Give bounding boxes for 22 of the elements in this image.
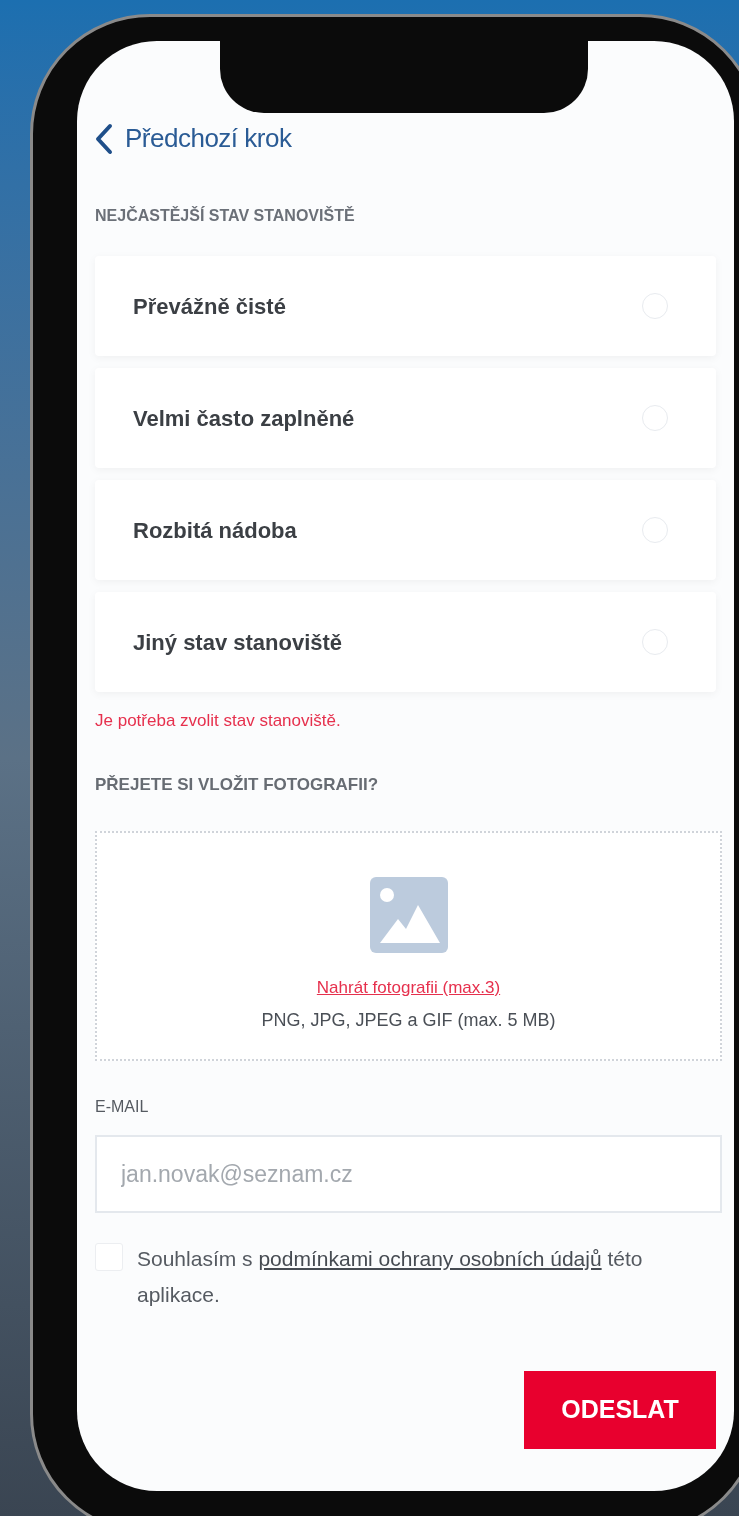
upload-hint: PNG, JPG, JPEG a GIF (max. 5 MB) (261, 1008, 556, 1032)
option-label: Velmi často zaplněné (133, 404, 355, 433)
back-link[interactable]: Předchozí krok (95, 119, 292, 158)
error-message: Je potřeba zvolit stav stanoviště. (95, 710, 342, 732)
back-icon (95, 122, 113, 155)
section-title: NEJČASTĚJŠÍ STAV STANOVIŠTĚ (95, 205, 356, 226)
option-card[interactable]: Rozbitá nádoba (95, 480, 716, 580)
option-label: Jiný stav stanoviště (133, 628, 343, 657)
option-card[interactable]: Převážně čisté (95, 256, 716, 356)
option-card[interactable]: Jiný stav stanoviště (95, 592, 716, 692)
submit-button[interactable]: ODESLAT (524, 1371, 716, 1449)
field-label: E-MAIL (95, 1097, 150, 1117)
option-label: Převážně čisté (133, 292, 286, 321)
consent-text: Souhlasím s podmínkami ochrany osobních údajů této aplikace. (137, 1246, 644, 1308)
option-label: Rozbitá nádoba (133, 516, 297, 545)
privacy-link[interactable]: podmínkami ochrany osobních údajů (258, 1247, 602, 1270)
option-card[interactable]: Velmi často zaplněné (95, 368, 716, 468)
section-title: PŘEJETE SI VLOŽIT FOTOGRAFII? (95, 773, 380, 796)
email-field[interactable]: jan.novak@seznam.cz (95, 1135, 722, 1213)
upload-link[interactable]: Nahrát fotografii (max.3) (316, 975, 501, 1001)
image-icon (369, 877, 448, 953)
upload-area[interactable]: Nahrát fotografii (max.3) PNG, JPG, JPEG a GIF (max. 5 MB) (95, 831, 722, 1061)
